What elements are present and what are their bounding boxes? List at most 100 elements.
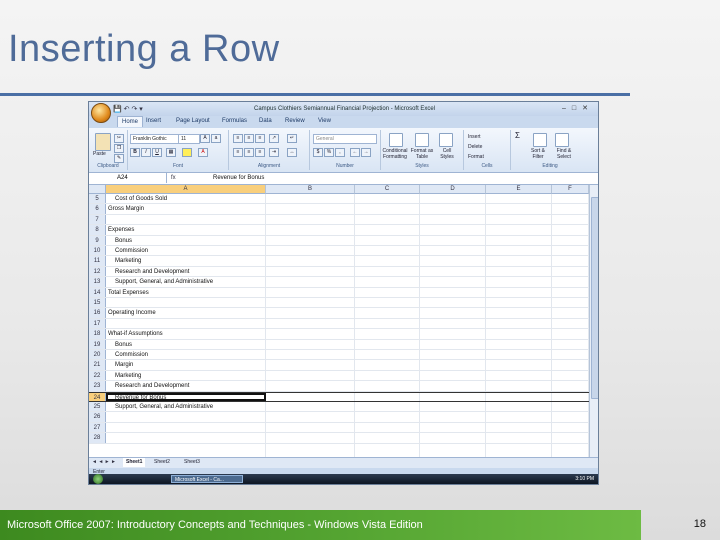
align-bottom-icon[interactable]: ≡ — [255, 134, 265, 143]
format-as-table-button[interactable]: Format as Table — [409, 148, 435, 160]
shrink-font-icon[interactable]: a — [211, 134, 221, 143]
cell-a6[interactable]: Gross Margin — [108, 204, 144, 213]
cell-a25[interactable]: Support, General, and Administrative — [115, 402, 213, 411]
fx-button[interactable]: fx — [171, 173, 176, 183]
cell-a9[interactable]: Bonus — [115, 236, 132, 245]
row-header[interactable]: 17 — [89, 318, 106, 329]
grow-font-icon[interactable]: A — [200, 134, 210, 143]
paste-icon[interactable] — [95, 133, 111, 151]
row-header[interactable]: 25 — [89, 402, 106, 412]
tab-view[interactable]: View — [318, 118, 331, 124]
decrease-decimal-icon[interactable]: → — [361, 148, 371, 157]
row-header[interactable]: 8 — [89, 225, 106, 235]
sheet-navigation-arrows[interactable]: ◄ ◄ ► ► — [92, 458, 116, 467]
delete-button[interactable]: Delete — [468, 144, 482, 150]
orientation-icon[interactable]: ↗ — [269, 134, 279, 143]
indent-icon[interactable]: ⇥ — [269, 148, 279, 157]
find-select-button[interactable]: Find & Select — [551, 148, 577, 160]
column-header-f[interactable]: F — [552, 185, 589, 194]
cell-a23[interactable]: Research and Development — [115, 381, 189, 390]
tab-insert[interactable]: Insert — [146, 118, 161, 124]
align-middle-icon[interactable]: ≡ — [244, 134, 254, 143]
row-header[interactable]: 12 — [89, 266, 106, 277]
vertical-scrollbar[interactable] — [589, 185, 598, 457]
row-header[interactable]: 6 — [89, 204, 106, 214]
font-color-icon[interactable]: A — [198, 148, 208, 157]
row-header[interactable]: 9 — [89, 235, 106, 245]
row-header[interactable]: 7 — [89, 214, 106, 225]
align-center-icon[interactable]: ≡ — [244, 148, 254, 157]
office-button[interactable] — [91, 103, 111, 123]
tab-page-layout[interactable]: Page Layout — [176, 118, 210, 124]
percent-button[interactable]: % — [324, 148, 334, 157]
tab-home[interactable]: Home — [117, 116, 144, 127]
cell-a10[interactable]: Commission — [115, 246, 148, 255]
cell-a19[interactable]: Bonus — [115, 340, 132, 349]
cell-a20[interactable]: Commission — [115, 350, 148, 359]
row-header[interactable]: 18 — [89, 329, 106, 339]
italic-button[interactable]: I — [141, 148, 151, 157]
sort-filter-icon[interactable] — [533, 133, 547, 147]
column-header-c[interactable]: C — [355, 185, 420, 194]
row-header[interactable]: 14 — [89, 287, 106, 297]
insert-button[interactable]: Insert — [468, 134, 481, 140]
cell-a8[interactable]: Expenses — [108, 225, 134, 234]
sort-filter-button[interactable]: Sort & Filter — [525, 148, 551, 160]
formula-input[interactable]: Revenue for Bonus — [213, 173, 264, 183]
row-header[interactable]: 13 — [89, 277, 106, 287]
sheet-tab-sheet1[interactable]: Sheet1 — [123, 458, 146, 467]
column-header-d[interactable]: D — [420, 185, 486, 194]
row-header[interactable]: 5 — [89, 194, 106, 204]
conditional-formatting-button[interactable]: Conditional Formatting — [382, 148, 408, 160]
cell-a22[interactable]: Marketing — [115, 371, 141, 380]
row-header[interactable]: 16 — [89, 308, 106, 318]
sheet-tab-sheet2[interactable]: Sheet2 — [151, 458, 173, 467]
row-header[interactable]: 11 — [89, 256, 106, 266]
cell-styles-button[interactable]: Cell Styles — [436, 148, 458, 160]
cut-icon[interactable]: ✂ — [114, 134, 124, 143]
row-header[interactable]: 22 — [89, 370, 106, 381]
cell-a21[interactable]: Margin — [115, 360, 133, 369]
copy-icon[interactable]: ❐ — [114, 144, 124, 153]
quick-access-toolbar[interactable]: 💾 ↶ ↷ ▾ — [113, 105, 143, 113]
worksheet-grid[interactable]: A B C D E F 5 Cost of Goods Sold 6 Gross Margin 7 8… — [89, 185, 589, 457]
bold-button[interactable]: B — [130, 148, 140, 157]
format-painter-icon[interactable]: ✎ — [114, 154, 124, 163]
merge-center-icon[interactable]: ↔ — [287, 148, 297, 157]
cell-a16[interactable]: Operating Income — [108, 308, 156, 317]
row-header[interactable]: 26 — [89, 412, 106, 422]
cell-a5[interactable]: Cost of Goods Sold — [115, 194, 167, 203]
tab-formulas[interactable]: Formulas — [222, 118, 247, 124]
row-header[interactable]: 28 — [89, 433, 106, 443]
column-header-b[interactable]: B — [266, 185, 355, 194]
find-select-icon[interactable] — [555, 133, 569, 147]
wrap-text-icon[interactable]: ↵ — [287, 134, 297, 143]
scrollbar-thumb[interactable] — [591, 197, 598, 399]
align-right-icon[interactable]: ≡ — [255, 148, 265, 157]
font-size-select[interactable]: 11 — [178, 134, 200, 144]
font-name-select[interactable]: Franklin Gothic — [130, 134, 180, 144]
cell-styles-icon[interactable] — [439, 133, 453, 147]
paste-button[interactable]: Paste — [93, 151, 106, 157]
cell-a12[interactable]: Research and Development — [115, 267, 189, 276]
column-header-a[interactable]: A — [106, 185, 266, 194]
underline-button[interactable]: U — [152, 148, 162, 157]
format-button[interactable]: Format — [468, 154, 484, 160]
select-all-corner[interactable] — [89, 185, 106, 194]
number-format-select[interactable]: General — [313, 134, 377, 144]
row-header[interactable]: 10 — [89, 246, 106, 256]
window-controls[interactable]: –□✕ — [562, 104, 594, 112]
row-header[interactable]: 27 — [89, 422, 106, 433]
format-as-table-icon[interactable] — [415, 133, 429, 147]
row-header[interactable]: 24 — [89, 392, 106, 401]
row-header[interactable]: 23 — [89, 381, 106, 391]
borders-icon[interactable]: ▦ — [166, 148, 176, 157]
cell-a14[interactable]: Total Expenses — [108, 288, 149, 297]
fill-color-icon[interactable] — [182, 148, 192, 157]
sheet-tab-sheet3[interactable]: Sheet3 — [181, 458, 203, 467]
cell-a11[interactable]: Marketing — [115, 256, 141, 265]
start-button[interactable] — [93, 474, 103, 484]
taskbar-excel-item[interactable]: Microsoft Excel - Ca... — [171, 475, 243, 483]
row-header[interactable]: 20 — [89, 350, 106, 360]
row-header[interactable]: 21 — [89, 360, 106, 370]
